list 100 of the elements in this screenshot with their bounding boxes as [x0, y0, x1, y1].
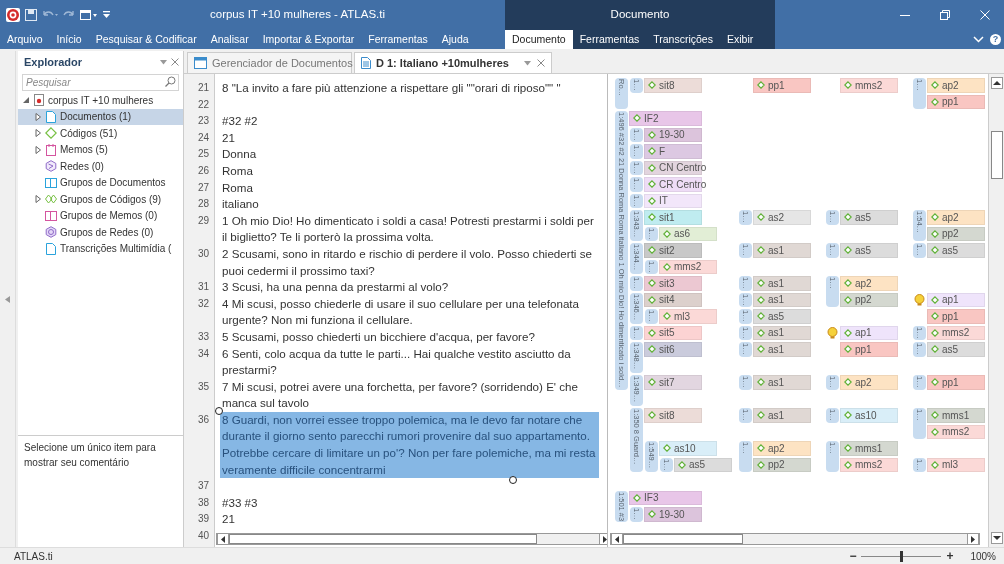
code-tag[interactable]: pp2	[927, 226, 985, 241]
code-tag[interactable]: ap2	[927, 78, 985, 93]
tree-item[interactable]: Grupos de Memos (0)	[18, 207, 183, 224]
document-tab[interactable]: Gerenciador de Documentos	[187, 52, 352, 73]
bulb-icon[interactable]	[827, 326, 838, 339]
code-tag[interactable]: ap2	[753, 441, 811, 456]
selection-handle-icon[interactable]	[215, 406, 223, 415]
dropdown-icon[interactable]	[523, 60, 531, 66]
code-tag[interactable]: mms1	[927, 408, 985, 423]
code-tag[interactable]: IF2	[629, 111, 702, 126]
code-tag[interactable]: sit7	[644, 375, 702, 390]
ribbon-tab[interactable]: Arquivo	[0, 30, 50, 49]
ribbon-tab[interactable]: Início	[49, 30, 89, 49]
save-icon[interactable]	[25, 9, 37, 21]
code-tag[interactable]: pp2	[840, 292, 898, 307]
code-tag[interactable]: mms2	[927, 325, 985, 340]
scrollbar-thumb[interactable]	[990, 131, 1003, 179]
triangle-icon[interactable]	[22, 96, 30, 105]
code-tag[interactable]: ap2	[840, 375, 898, 390]
tree-item[interactable]: Grupos de Documentos	[18, 174, 183, 191]
slider-thumb[interactable]	[900, 550, 904, 562]
restore-icon[interactable]	[940, 10, 950, 20]
search-field[interactable]: Pesquisar	[22, 74, 179, 91]
code-tag[interactable]: as5	[674, 457, 732, 472]
scroll-down-button[interactable]	[990, 532, 1003, 544]
scroll-left-button[interactable]	[611, 533, 623, 545]
document-tab[interactable]: D 1: Italiano +10mulheres	[354, 52, 552, 73]
customize-icon[interactable]	[103, 11, 110, 19]
search-icon[interactable]	[165, 76, 176, 87]
horizontal-scrollbar[interactable]	[216, 533, 607, 545]
code-tag[interactable]: as6	[659, 226, 717, 241]
code-tag[interactable]: as10	[840, 408, 898, 423]
code-tag[interactable]: IF3	[629, 490, 702, 505]
tree-item[interactable]: Grupos de Códigos (9)	[18, 191, 183, 208]
ribbon-tab[interactable]: Pesquisar & Codificar	[88, 30, 204, 49]
tree-item[interactable]: Grupos de Redes (0)	[18, 224, 183, 241]
tree-item[interactable]: Redes (0)	[18, 158, 183, 175]
code-tag[interactable]: ml3	[927, 457, 985, 472]
scroll-right-button[interactable]	[967, 533, 979, 545]
code-tag[interactable]: mms2	[840, 457, 898, 472]
triangle-icon[interactable]	[34, 129, 42, 138]
code-tag[interactable]: as1	[753, 276, 811, 291]
ribbon-tab[interactable]: Ferramentas	[361, 30, 435, 49]
code-tag[interactable]: ap2	[927, 210, 985, 225]
code-tag[interactable]: ap1	[840, 325, 898, 340]
code-tag[interactable]: ap1	[927, 292, 985, 307]
tree-item[interactable]: Códigos (51)	[18, 125, 183, 142]
tree-item[interactable]: corpus IT +10 mulheres	[18, 92, 183, 109]
code-tag[interactable]: 19-30	[644, 127, 702, 142]
ribbon-tab[interactable]: Ajuda	[434, 30, 476, 49]
code-tag[interactable]: as5	[840, 243, 898, 258]
scroll-left-button[interactable]	[217, 533, 229, 545]
code-tag[interactable]: sit8	[644, 78, 702, 93]
code-tag[interactable]: pp1	[927, 94, 985, 109]
tree-item[interactable]: Transcrições Multimídia (	[18, 240, 183, 257]
code-tag[interactable]: sit4	[644, 292, 702, 307]
scrollbar-thumb[interactable]	[229, 534, 537, 544]
tree-item[interactable]: Documentos (1)	[18, 108, 183, 125]
code-tag[interactable]: as1	[753, 375, 811, 390]
code-tag[interactable]: pp1	[927, 309, 985, 324]
code-tag[interactable]: mms2	[840, 78, 898, 93]
tree-item[interactable]: Memos (5)	[18, 141, 183, 158]
code-tag[interactable]: sit5	[644, 325, 702, 340]
code-tag[interactable]: ml3	[659, 309, 717, 324]
code-tag[interactable]: mms2	[927, 424, 985, 439]
horizontal-scrollbar[interactable]	[610, 533, 980, 545]
ribbon-tab[interactable]: Ferramentas	[572, 30, 647, 49]
ribbon-tab[interactable]: Analisar	[203, 30, 256, 49]
bulb-icon[interactable]	[914, 293, 925, 306]
code-tag[interactable]: as5	[927, 243, 985, 258]
code-tag[interactable]: as1	[753, 243, 811, 258]
code-tag[interactable]: pp1	[927, 375, 985, 390]
dropdown-icon[interactable]	[160, 59, 167, 65]
vertical-scrollbar[interactable]	[988, 74, 1004, 547]
code-tag[interactable]: as1	[753, 408, 811, 423]
code-tag[interactable]: mms2	[659, 259, 717, 274]
code-tag[interactable]: pp1	[840, 342, 898, 357]
selection-handle-icon[interactable]	[509, 476, 517, 485]
code-tag[interactable]: IT	[644, 193, 702, 208]
code-tag[interactable]: mms1	[840, 441, 898, 456]
code-tag[interactable]: sit3	[644, 276, 702, 291]
code-tag[interactable]: sit2	[644, 243, 702, 258]
code-tag[interactable]: sit1	[644, 210, 702, 225]
code-tag[interactable]: sit6	[644, 342, 702, 357]
code-tag[interactable]: as10	[659, 441, 717, 456]
app-logo-icon[interactable]	[6, 8, 20, 22]
close-icon[interactable]	[171, 58, 179, 66]
code-tag[interactable]: F	[644, 144, 702, 159]
chevron-down-icon[interactable]	[973, 36, 984, 43]
code-tag[interactable]: 19-30	[644, 507, 702, 522]
help-button[interactable]: ?	[990, 34, 1001, 45]
code-tag[interactable]: as2	[753, 210, 811, 225]
code-tag[interactable]: as5	[753, 309, 811, 324]
close-icon[interactable]	[536, 59, 545, 67]
scrollbar-thumb[interactable]	[623, 534, 743, 544]
code-tag[interactable]: as1	[753, 292, 811, 307]
code-tag[interactable]: ap2	[840, 276, 898, 291]
zoom-out-button[interactable]: −	[849, 550, 857, 562]
triangle-icon[interactable]	[34, 145, 42, 154]
ribbon-tab[interactable]: Importar & Exportar	[255, 30, 362, 49]
